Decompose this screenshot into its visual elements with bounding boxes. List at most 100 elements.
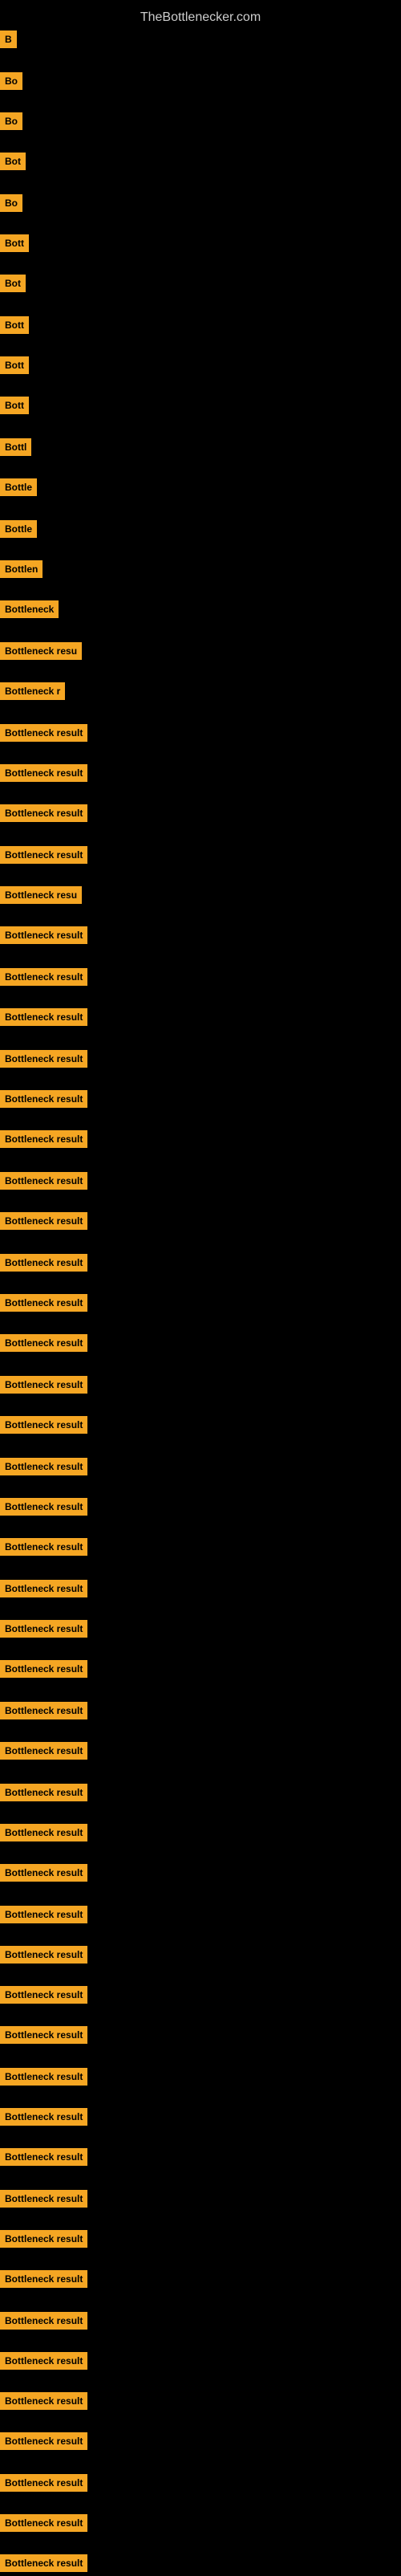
badge-item: Bottlen — [0, 560, 43, 582]
badge-item: Bottleneck result — [0, 1172, 87, 1194]
badge-item: Bott — [0, 316, 29, 338]
badge-item: Bot — [0, 275, 26, 296]
badge-item: Bottleneck result — [0, 2026, 87, 2048]
badge-item: Bottleneck result — [0, 2230, 87, 2252]
badge-item: Bottleneck result — [0, 1620, 87, 1642]
badge-item: Bottleneck result — [0, 1008, 87, 1030]
badge-label: Bot — [0, 153, 26, 170]
badge-label: Bottleneck result — [0, 1620, 87, 1638]
badge-item: Bottleneck result — [0, 1498, 87, 1520]
badge-item: Bottleneck result — [0, 1824, 87, 1846]
badge-label: Bottleneck result — [0, 2230, 87, 2248]
badge-item: Bottleneck result — [0, 724, 87, 746]
badge-label: Bottleneck result — [0, 2190, 87, 2208]
badge-item: Bottleneck result — [0, 1130, 87, 1152]
badge-label: Bottleneck result — [0, 2312, 87, 2330]
badge-label: Bottleneck result — [0, 1172, 87, 1190]
badge-item: Bottleneck result — [0, 804, 87, 826]
badge-item: Bottleneck resu — [0, 642, 82, 664]
badge-label: Bottleneck result — [0, 1784, 87, 1801]
badge-label: Bottleneck result — [0, 1458, 87, 1475]
badge-label: Bottleneck result — [0, 1334, 87, 1352]
badge-label: Bott — [0, 316, 29, 334]
badge-item: Bo — [0, 112, 22, 134]
badge-item: Bottleneck result — [0, 1090, 87, 1112]
badge-label: Bottleneck — [0, 600, 59, 618]
badge-label: Bo — [0, 112, 22, 130]
badge-label: Bottleneck result — [0, 1538, 87, 1556]
badge-label: Bottleneck result — [0, 926, 87, 944]
badge-label: Bottleneck result — [0, 1986, 87, 2004]
badge-label: Bottleneck result — [0, 1580, 87, 1597]
badge-item: Bottleneck result — [0, 1294, 87, 1316]
badge-label: Bottleneck result — [0, 2148, 87, 2166]
badge-item: Bottleneck result — [0, 1050, 87, 1072]
badge-item: Bottleneck result — [0, 2392, 87, 2414]
badge-label: Bottleneck result — [0, 2514, 87, 2532]
badge-label: Bott — [0, 397, 29, 414]
badge-label: Bottleneck result — [0, 1906, 87, 1923]
badge-item: Bottleneck result — [0, 1538, 87, 1560]
badge-item: Bottleneck result — [0, 1784, 87, 1805]
site-title: TheBottlenecker.com — [0, 4, 401, 31]
badge-label: Bottleneck result — [0, 804, 87, 822]
badge-item: Bottleneck result — [0, 1580, 87, 1601]
badge-item: Bottleneck result — [0, 1702, 87, 1723]
badge-label: Bottleneck resu — [0, 642, 82, 660]
badge-label: Bott — [0, 356, 29, 374]
badge-item: Bottleneck result — [0, 1212, 87, 1234]
badge-item: Bottleneck result — [0, 2108, 87, 2130]
badge-label: Bottleneck result — [0, 2270, 87, 2288]
badge-item: Bott — [0, 234, 29, 256]
badge-item: Bottleneck result — [0, 1254, 87, 1276]
badge-item: Bottleneck result — [0, 764, 87, 786]
badge-item: Bo — [0, 72, 22, 94]
badge-item: Bottleneck result — [0, 926, 87, 948]
badge-item: Bo — [0, 194, 22, 216]
badge-item: Bottleneck result — [0, 1946, 87, 1968]
badge-item: Bott — [0, 397, 29, 418]
badge-item: Bottleneck result — [0, 846, 87, 868]
badge-label: Bottleneck result — [0, 2432, 87, 2450]
badge-item: B — [0, 31, 17, 52]
badge-item: Bottleneck result — [0, 2068, 87, 2090]
badge-item: Bottleneck result — [0, 2190, 87, 2212]
badge-item: Bottle — [0, 520, 37, 542]
badge-label: Bottleneck result — [0, 1090, 87, 1108]
badge-label: Bottleneck result — [0, 2554, 87, 2572]
badge-label: Bottleneck result — [0, 1254, 87, 1272]
badge-label: Bottleneck result — [0, 1824, 87, 1841]
badge-label: Bottleneck result — [0, 1376, 87, 1394]
badge-label: Bottleneck result — [0, 1742, 87, 1760]
badge-label: Bo — [0, 194, 22, 212]
badge-item: Bottleneck result — [0, 1986, 87, 2008]
badge-label: Bottleneck result — [0, 1008, 87, 1026]
badge-label: Bottleneck result — [0, 2352, 87, 2370]
badge-label: Bottleneck result — [0, 764, 87, 782]
badge-label: Bottleneck result — [0, 1660, 87, 1678]
badge-label: Bottleneck result — [0, 1130, 87, 1148]
badge-label: Bottleneck result — [0, 2474, 87, 2492]
badge-item: Bottleneck r — [0, 682, 65, 704]
badge-label: Bottleneck result — [0, 1294, 87, 1312]
badge-label: Bottlen — [0, 560, 43, 578]
badge-item: Bottleneck result — [0, 1906, 87, 1927]
badge-item: Bottle — [0, 478, 37, 500]
badge-item: Bottleneck result — [0, 1458, 87, 1479]
badge-label: Bottleneck result — [0, 724, 87, 742]
badge-item: Bottleneck result — [0, 1334, 87, 1356]
badge-item: Bottleneck result — [0, 2432, 87, 2454]
badge-label: Bottleneck result — [0, 2108, 87, 2126]
badge-item: Bottleneck result — [0, 2514, 87, 2536]
badge-label: Bottleneck result — [0, 2026, 87, 2044]
badge-label: Bottle — [0, 478, 37, 496]
badge-item: Bottleneck result — [0, 2148, 87, 2170]
badge-label: Bottleneck r — [0, 682, 65, 700]
badge-item: Bottleneck result — [0, 1416, 87, 1438]
badge-label: Bottl — [0, 438, 31, 456]
badge-label: Bot — [0, 275, 26, 292]
badge-item: Bottleneck result — [0, 1864, 87, 1886]
badge-label: Bottleneck result — [0, 1864, 87, 1882]
badge-item: Bottleneck result — [0, 2352, 87, 2374]
badge-label: Bottleneck result — [0, 1416, 87, 1434]
